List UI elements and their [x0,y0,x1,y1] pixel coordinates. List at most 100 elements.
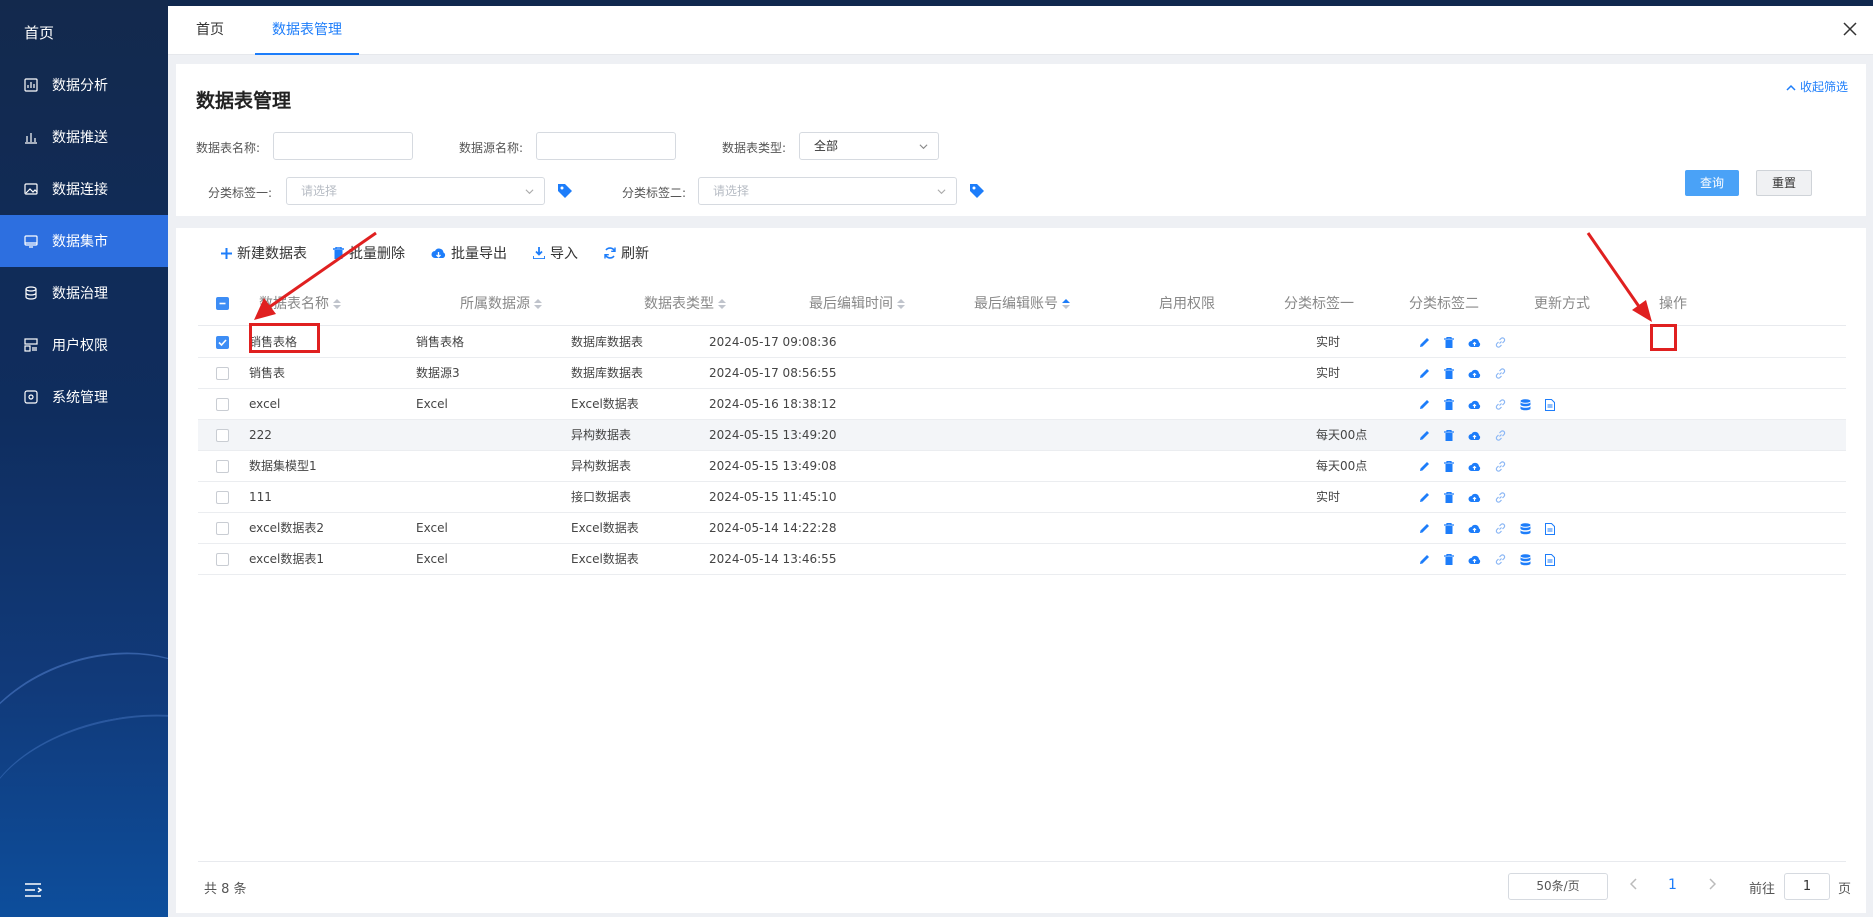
cell-name[interactable]: excel数据表2 [249,513,324,544]
sidebar-item-data-governance[interactable]: 数据治理 [0,267,168,319]
table-row[interactable]: excel数据表2 Excel Excel数据表 2024-05-14 14:22:2… [198,513,1846,544]
sort-asc-icon[interactable] [1062,298,1070,310]
delete-button[interactable] [1444,337,1454,348]
goto-page-input[interactable]: 1 [1784,873,1830,900]
upload-button[interactable] [1468,338,1481,348]
sidebar-item-data-mart[interactable]: 数据集市 [0,215,168,267]
edit-button[interactable] [1419,554,1430,565]
upload-button[interactable] [1468,431,1481,441]
tag1-select[interactable]: 请选择 [286,177,545,205]
edit-button[interactable] [1419,523,1430,534]
sidebar-item-system[interactable]: 系统管理 [0,371,168,423]
delete-button[interactable] [1444,523,1454,534]
query-button[interactable]: 查询 [1685,170,1739,196]
next-page-button[interactable] [1708,878,1717,894]
cell-name[interactable]: 销售表 [249,358,285,389]
row-checkbox[interactable] [216,367,229,380]
sort-icon[interactable] [534,298,542,310]
table-type-select[interactable]: 全部 [799,132,939,160]
sidebar-home[interactable]: 首页 [24,22,54,43]
delete-button[interactable] [1444,554,1454,565]
row-checkbox[interactable] [216,398,229,411]
edit-button[interactable] [1419,368,1430,379]
table-row[interactable]: excel数据表1 Excel Excel数据表 2024-05-14 13:46:5… [198,544,1846,575]
table-row[interactable]: 销售表 数据源3 数据库数据表 2024-05-17 08:56:55 实时 [198,358,1846,389]
delete-button[interactable] [1444,492,1454,503]
row-checkbox[interactable] [216,553,229,566]
row-checkbox[interactable] [216,491,229,504]
document-button[interactable] [1545,398,1555,411]
tab-home[interactable]: 首页 [180,6,240,55]
page-number-current[interactable]: 1 [1668,877,1677,893]
column-header-time[interactable]: 最后编辑时间 [809,282,905,326]
column-header-type[interactable]: 数据表类型 [644,282,726,326]
column-header-account[interactable]: 最后编辑账号 [974,282,1070,326]
menu-collapse-icon[interactable] [24,883,42,897]
link-button[interactable] [1495,523,1506,534]
sort-icon[interactable] [897,298,905,310]
tag-icon[interactable] [556,182,574,200]
sidebar-item-data-connection[interactable]: 数据连接 [0,163,168,215]
sort-icon[interactable] [718,298,726,310]
link-button[interactable] [1495,368,1506,379]
document-button[interactable] [1545,522,1555,535]
refresh-button[interactable]: 刷新 [604,243,649,263]
link-button[interactable] [1495,492,1506,503]
row-checkbox[interactable] [216,429,229,442]
edit-button[interactable] [1419,430,1430,441]
prev-page-button[interactable] [1629,878,1638,894]
page-size-select[interactable]: 50条/页 [1508,873,1608,900]
table-row[interactable]: 销售表格 销售表格 数据库数据表 2024-05-17 09:08:36 实时 [198,327,1846,358]
database-button[interactable] [1520,553,1531,566]
database-button[interactable] [1520,522,1531,535]
upload-button[interactable] [1468,555,1481,565]
link-button[interactable] [1495,399,1506,410]
delete-button[interactable] [1444,399,1454,410]
delete-button[interactable] [1444,430,1454,441]
table-name-input[interactable] [273,132,413,160]
table-row[interactable]: 111 接口数据表 2024-05-15 11:45:10 实时 [198,482,1846,513]
cell-name[interactable]: 数据集模型1 [249,451,317,482]
source-name-input[interactable] [536,132,676,160]
delete-button[interactable] [1444,461,1454,472]
upload-button[interactable] [1468,462,1481,472]
upload-button[interactable] [1468,524,1481,534]
edit-button[interactable] [1419,337,1430,348]
sidebar-item-data-push[interactable]: 数据推送 [0,111,168,163]
sidebar-item-data-analysis[interactable]: 数据分析 [0,59,168,111]
link-button[interactable] [1495,430,1506,441]
batch-export-button[interactable]: 批量导出 [431,243,507,263]
table-row[interactable]: excel Excel Excel数据表 2024-05-16 18:38:12 [198,389,1846,420]
link-button[interactable] [1495,461,1506,472]
cell-name[interactable]: excel [249,389,280,420]
collapse-filter-link[interactable]: 收起筛选 [1786,78,1848,95]
import-button[interactable]: 导入 [533,243,578,263]
row-checkbox[interactable] [216,460,229,473]
link-button[interactable] [1495,554,1506,565]
select-all-checkbox[interactable] [216,297,229,310]
table-row[interactable]: 数据集模型1 异构数据表 2024-05-15 13:49:08 每天00点 [198,451,1846,482]
edit-button[interactable] [1419,461,1430,472]
tag-icon[interactable] [968,182,986,200]
link-button[interactable] [1495,337,1506,348]
cell-name[interactable]: 111 [249,482,272,513]
table-row[interactable]: 222 异构数据表 2024-05-15 13:49:20 每天00点 [198,420,1846,451]
upload-button[interactable] [1468,400,1481,410]
edit-button[interactable] [1419,399,1430,410]
sidebar-item-user-permission[interactable]: 用户权限 [0,319,168,371]
cell-name[interactable]: 222 [249,420,272,451]
database-button[interactable] [1520,398,1531,411]
tag2-select[interactable]: 请选择 [698,177,957,205]
document-button[interactable] [1545,553,1555,566]
edit-button[interactable] [1419,492,1430,503]
row-checkbox[interactable] [216,336,229,349]
delete-button[interactable] [1444,368,1454,379]
reset-button[interactable]: 重置 [1756,170,1812,196]
column-header-source[interactable]: 所属数据源 [460,282,542,326]
upload-button[interactable] [1468,493,1481,503]
upload-button[interactable] [1468,369,1481,379]
close-icon[interactable] [1841,20,1859,38]
row-checkbox[interactable] [216,522,229,535]
tab-table-management[interactable]: 数据表管理 [255,6,359,55]
cell-name[interactable]: excel数据表1 [249,544,324,575]
